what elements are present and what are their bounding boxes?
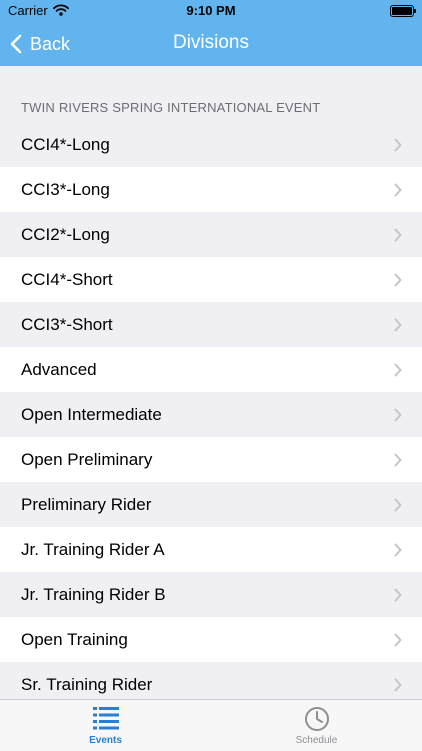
list-item[interactable]: CCI4*-Short xyxy=(0,257,422,302)
chevron-right-icon xyxy=(394,273,402,287)
list-item[interactable]: Open Intermediate xyxy=(0,392,422,437)
chevron-right-icon xyxy=(394,228,402,242)
division-label: CCI3*-Short xyxy=(21,314,113,334)
navigation-bar: Back Divisions xyxy=(0,22,422,66)
division-label: CCI3*-Long xyxy=(21,179,110,199)
division-label: Open Intermediate xyxy=(21,404,162,424)
list-item[interactable]: Jr. Training Rider B xyxy=(0,572,422,617)
battery-icon xyxy=(390,5,416,17)
list-item[interactable]: CCI4*-Long xyxy=(0,122,422,167)
list-icon xyxy=(92,707,119,730)
tab-events-label: Events xyxy=(89,735,122,746)
list-item[interactable]: Preliminary Rider xyxy=(0,482,422,527)
page-title: Divisions xyxy=(172,32,250,53)
chevron-right-icon xyxy=(394,408,402,422)
clock-time: 9:10 PM xyxy=(186,3,236,18)
section-header: TWIN RIVERS SPRING INTERNATIONAL EVENT xyxy=(21,100,321,115)
division-label: Preliminary Rider xyxy=(21,494,152,514)
chevron-right-icon xyxy=(394,453,402,467)
division-label: Open Training xyxy=(21,629,128,649)
chevron-right-icon xyxy=(394,678,402,692)
division-label: Sr. Training Rider xyxy=(21,674,153,694)
list-item[interactable]: Open Preliminary xyxy=(0,437,422,482)
list-item[interactable]: CCI3*-Long xyxy=(0,167,422,212)
chevron-right-icon xyxy=(394,543,402,557)
chevron-right-icon xyxy=(394,588,402,602)
chevron-right-icon xyxy=(394,633,402,647)
divisions-list: CCI4*-Long CCI3*-Long CCI2*-Long CCI4*-Shor… xyxy=(0,122,422,707)
tab-bar: Events Schedule xyxy=(0,699,422,751)
division-label: CCI4*-Long xyxy=(21,134,110,154)
division-label: CCI2*-Long xyxy=(21,224,110,244)
division-label: CCI4*-Short xyxy=(21,269,113,289)
status-bar: Carrier 9:10 PM xyxy=(0,0,422,22)
chevron-right-icon xyxy=(394,183,402,197)
chevron-right-icon xyxy=(394,318,402,332)
clock-icon xyxy=(304,707,329,731)
list-item[interactable]: CCI3*-Short xyxy=(0,302,422,347)
division-label: Jr. Training Rider A xyxy=(21,539,165,559)
chevron-right-icon xyxy=(394,498,402,512)
division-label: Jr. Training Rider B xyxy=(21,584,166,604)
tab-events[interactable]: Events xyxy=(0,700,211,751)
tab-schedule-label: Schedule xyxy=(295,735,338,746)
list-item[interactable]: CCI2*-Long xyxy=(0,212,422,257)
division-label: Advanced xyxy=(21,359,97,379)
chevron-right-icon xyxy=(394,138,402,152)
list-item[interactable]: Advanced xyxy=(0,347,422,392)
tab-schedule[interactable]: Schedule xyxy=(211,700,422,751)
chevron-right-icon xyxy=(394,363,402,377)
division-label: Open Preliminary xyxy=(21,449,153,469)
list-item[interactable]: Open Training xyxy=(0,617,422,662)
list-item[interactable]: Jr. Training Rider A xyxy=(0,527,422,572)
